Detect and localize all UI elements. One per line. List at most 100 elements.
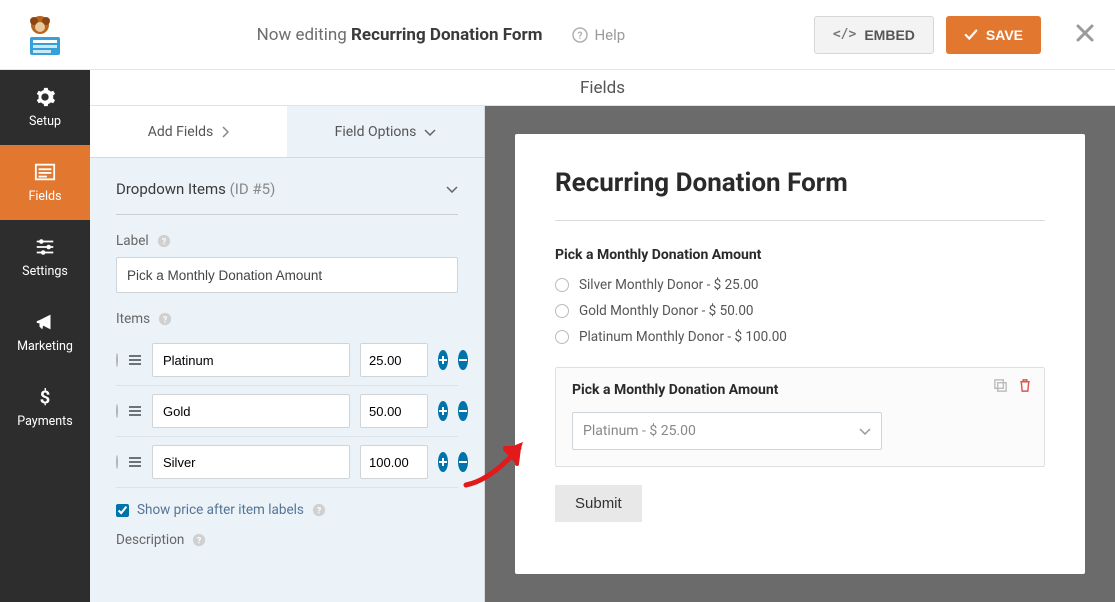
minus-icon	[458, 355, 468, 365]
form-canvas: Recurring Donation Form Pick a Monthly D…	[485, 106, 1115, 602]
close-button[interactable]	[1075, 23, 1095, 47]
drag-handle-icon[interactable]	[128, 353, 142, 367]
drag-handle-icon[interactable]	[128, 455, 142, 469]
fields-icon	[34, 161, 56, 183]
svg-text:?: ?	[317, 507, 322, 517]
label-input[interactable]	[116, 257, 458, 293]
sidebar-item-payments[interactable]: $ Payments	[0, 370, 90, 445]
svg-text:$: $	[40, 387, 51, 408]
item-default-radio[interactable]	[116, 404, 118, 418]
sliders-icon	[34, 236, 56, 258]
drag-handle-icon[interactable]	[128, 404, 142, 418]
preview-selected-field[interactable]: Pick a Monthly Donation Amount Platinum …	[555, 367, 1045, 467]
dropdown-item-row	[116, 386, 458, 437]
close-icon	[1075, 23, 1095, 43]
check-icon	[964, 28, 978, 42]
section-title-text: Dropdown Items	[116, 180, 226, 198]
svg-text:?: ?	[197, 537, 202, 547]
item-default-radio[interactable]	[116, 455, 118, 469]
chevron-down-icon	[424, 128, 436, 136]
radio-icon[interactable]	[555, 330, 569, 344]
tab-add-fields[interactable]: Add Fields	[90, 106, 287, 157]
radio-option[interactable]: Silver Monthly Donor - $ 25.00	[555, 277, 1045, 293]
show-price-checkbox-row: Show price after item labels ?	[116, 502, 458, 518]
dropdown-item-row	[116, 437, 458, 488]
radio-option[interactable]: Gold Monthly Donor - $ 50.00	[555, 303, 1045, 319]
radio-icon[interactable]	[555, 304, 569, 318]
app-logo	[20, 11, 68, 59]
help-link[interactable]: ? Help	[572, 26, 625, 44]
section-id: (ID #5)	[230, 180, 276, 198]
sidebar-item-label: Setup	[29, 114, 61, 129]
show-price-checkbox[interactable]	[116, 504, 129, 517]
gear-icon	[34, 86, 56, 108]
remove-item-button[interactable]	[458, 452, 468, 472]
items-label: Items ?	[116, 311, 458, 327]
trash-icon[interactable]	[1018, 378, 1032, 393]
options-panel: Add Fields Field Options Dropdown Items …	[90, 106, 485, 602]
plus-icon	[438, 406, 448, 416]
item-price-input[interactable]	[360, 445, 428, 479]
chevron-right-icon	[221, 126, 229, 138]
preview-field-label: Pick a Monthly Donation Amount	[572, 382, 1028, 398]
submit-button[interactable]: Submit	[555, 485, 642, 522]
help-icon: ?	[572, 27, 588, 43]
sidebar-item-label: Marketing	[17, 339, 73, 354]
help-icon[interactable]: ?	[312, 503, 326, 517]
label-label: Label ?	[116, 233, 458, 249]
sidebar-item-label: Settings	[22, 264, 68, 279]
svg-text:?: ?	[161, 238, 166, 248]
item-price-input[interactable]	[360, 394, 428, 428]
radio-icon[interactable]	[555, 278, 569, 292]
help-icon[interactable]: ?	[158, 312, 172, 326]
dollar-icon: $	[34, 386, 56, 408]
item-name-input[interactable]	[152, 343, 350, 377]
sidebar-item-label: Fields	[28, 189, 61, 204]
now-editing-label: Now editing	[257, 25, 347, 45]
sidebar-item-fields[interactable]: Fields	[0, 145, 90, 220]
preview-field-radios[interactable]: Pick a Monthly Donation Amount Silver Mo…	[555, 247, 1045, 345]
plus-icon	[438, 457, 448, 467]
duplicate-icon[interactable]	[993, 378, 1008, 393]
preview-form-title: Recurring Donation Form	[555, 168, 1045, 221]
megaphone-icon	[34, 311, 56, 333]
embed-button[interactable]: </> EMBED	[814, 16, 934, 54]
save-button[interactable]: SAVE	[946, 16, 1041, 54]
add-item-button[interactable]	[438, 350, 448, 370]
chevron-down-icon	[446, 185, 458, 193]
add-item-button[interactable]	[438, 452, 448, 472]
sidebar-item-setup[interactable]: Setup	[0, 70, 90, 145]
section-header[interactable]: Dropdown Items (ID #5)	[116, 180, 458, 215]
svg-text:?: ?	[578, 31, 583, 42]
canvas-wrap: Recurring Donation Form Pick a Monthly D…	[485, 106, 1115, 602]
item-price-input[interactable]	[360, 343, 428, 377]
minus-icon	[458, 457, 468, 467]
preview-field-label: Pick a Monthly Donation Amount	[555, 247, 1045, 263]
form-name: Recurring Donation Form	[351, 25, 542, 45]
minus-icon	[458, 406, 468, 416]
description-label: Description ?	[116, 532, 458, 548]
add-item-button[interactable]	[438, 401, 448, 421]
radio-option[interactable]: Platinum Monthly Donor - $ 100.00	[555, 329, 1045, 345]
svg-text:?: ?	[163, 316, 168, 326]
center-title: Fields	[90, 70, 1115, 106]
sidebar-item-marketing[interactable]: Marketing	[0, 295, 90, 370]
main-sidebar: Setup Fields Settings Marketing $ Paymen…	[0, 70, 90, 602]
sidebar-item-label: Payments	[17, 414, 72, 429]
chevron-down-icon	[859, 427, 871, 435]
item-name-input[interactable]	[152, 445, 350, 479]
tab-field-options[interactable]: Field Options	[287, 106, 484, 157]
remove-item-button[interactable]	[458, 350, 468, 370]
item-name-input[interactable]	[152, 394, 350, 428]
dropdown-item-row	[116, 335, 458, 386]
code-icon: </>	[833, 27, 856, 42]
preview-dropdown[interactable]: Platinum - $ 25.00	[572, 412, 882, 450]
help-icon[interactable]: ?	[192, 533, 206, 547]
form-preview: Recurring Donation Form Pick a Monthly D…	[515, 134, 1085, 574]
plus-icon	[438, 355, 448, 365]
item-default-radio[interactable]	[116, 353, 118, 367]
help-icon[interactable]: ?	[157, 234, 171, 248]
remove-item-button[interactable]	[458, 401, 468, 421]
top-header: Now editing Recurring Donation Form ? He…	[0, 0, 1115, 70]
sidebar-item-settings[interactable]: Settings	[0, 220, 90, 295]
